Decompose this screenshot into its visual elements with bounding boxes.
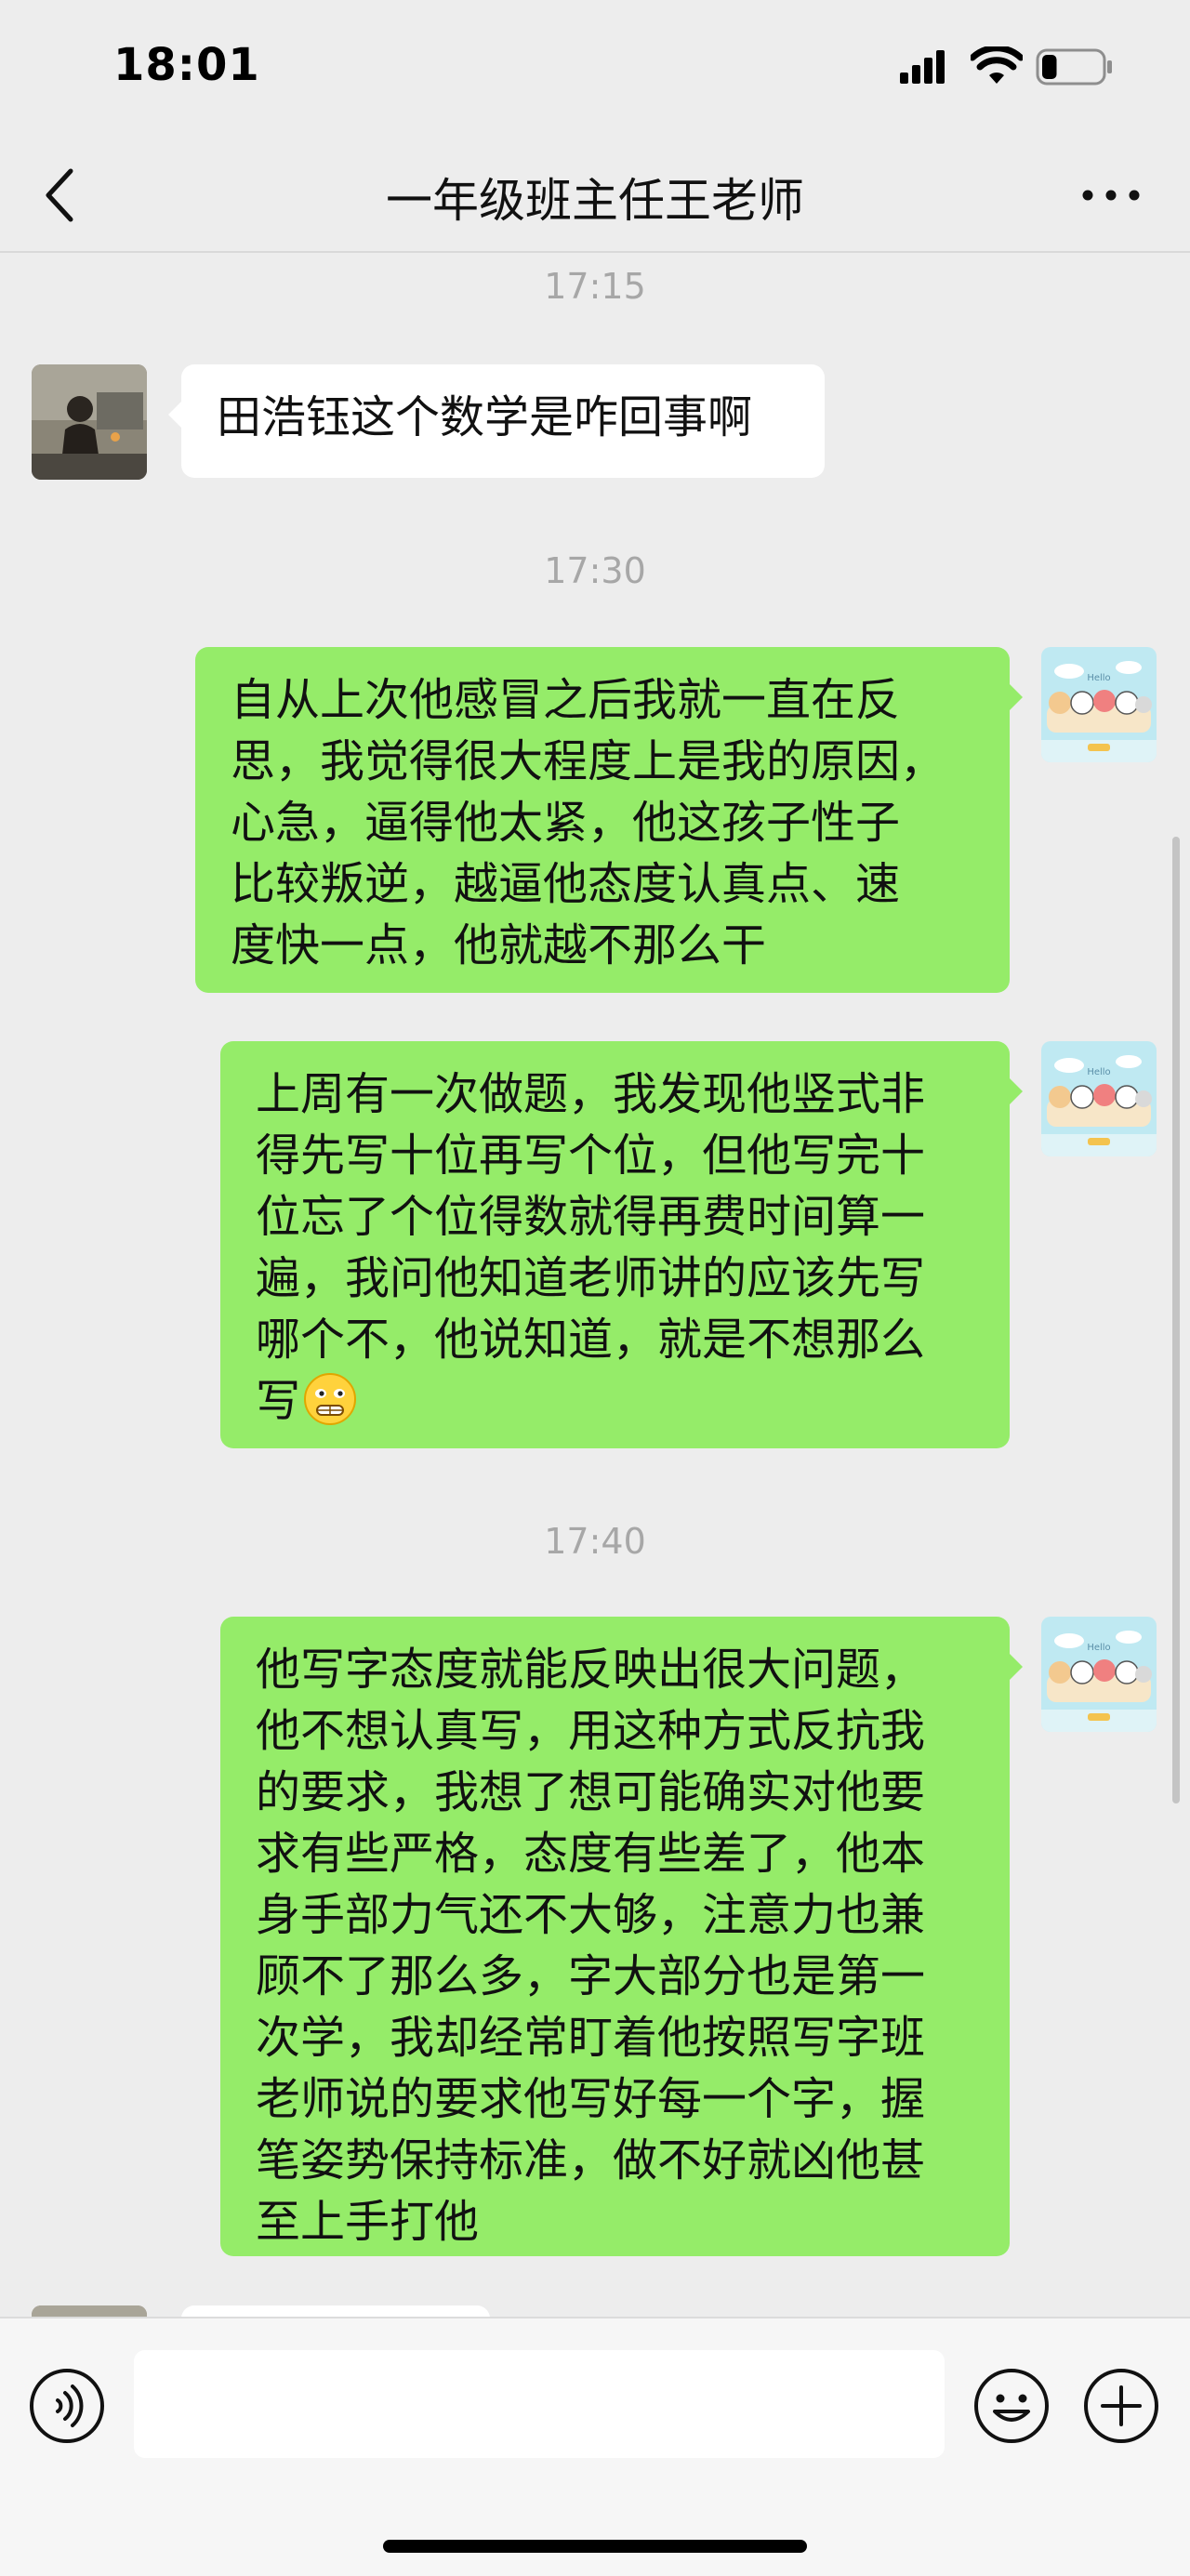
- message-text-line: 位忘了个位得数就得再费时间算一: [256, 1191, 926, 1243]
- message-input[interactable]: [134, 2350, 945, 2458]
- message-text-line: 的要求，我想了想可能确实对他要: [256, 1766, 926, 1818]
- contact-avatar[interactable]: [32, 2305, 147, 2317]
- chat-title: 一年级班主任王老师: [386, 174, 804, 228]
- outgoing-message-bubble[interactable]: 他写字态度就能反映出很大问题， 他不想认真写，用这种方式反抗我 的要求，我想了想…: [220, 1617, 1023, 2256]
- message-text-line: 上周有一次做题，我发现他竖式非: [256, 1068, 926, 1120]
- voice-input-icon[interactable]: [28, 2367, 106, 2445]
- svg-text:Hello: Hello: [1087, 673, 1110, 683]
- message-text-line: 至上手打他: [256, 2196, 480, 2248]
- message-text-line: 自从上次他感冒之后我就一直在反: [231, 674, 901, 726]
- status-time: 18:01: [113, 39, 260, 91]
- message-text-line: 比较叛逆，越逼他态度认真点、速: [231, 858, 901, 910]
- message-text-line: 得先写十位再写个位，但他写完十: [256, 1129, 926, 1182]
- incoming-message-bubble[interactable]: 田浩钰这个数学是咋回事啊: [168, 364, 825, 478]
- plus-icon[interactable]: [1082, 2367, 1160, 2445]
- input-bar: [0, 2317, 1190, 2576]
- grimace-emoji-icon: [304, 1373, 357, 1425]
- message-text-line: 思，我觉得很大程度上是我的原因，: [231, 735, 945, 787]
- message-text-line: 度快一点，他就越不那么干: [231, 919, 767, 971]
- message-text-line: 身手部力气还不大够，注意力也兼: [256, 1889, 926, 1941]
- message-list[interactable]: 17:15 田浩钰这个数学是咋回事啊 17:30 自从上次他感冒之后我就一直在反…: [0, 253, 1190, 2317]
- message-text-line: 他不想认真写，用这种方式反抗我: [256, 1705, 926, 1757]
- contact-avatar[interactable]: [32, 364, 147, 480]
- svg-text:Hello: Hello: [1087, 1643, 1110, 1653]
- battery-icon: [1036, 48, 1112, 86]
- timestamp: 17:40: [544, 1521, 646, 1562]
- home-indicator[interactable]: [383, 2540, 807, 2553]
- more-options-icon[interactable]: [1078, 182, 1144, 208]
- timestamp: 17:30: [544, 550, 646, 591]
- message-text-line: 次学，我却经常盯着他按照写字班: [256, 2012, 926, 2064]
- svg-text:Hello: Hello: [1087, 1067, 1110, 1077]
- message-text-line: 写: [256, 1375, 301, 1427]
- message-text-line: 遍，我问他知道老师讲的应该先写: [256, 1252, 926, 1304]
- my-avatar[interactable]: Hello: [1041, 1617, 1157, 1732]
- scrollbar[interactable]: [1172, 837, 1180, 1803]
- message-text-line: 老师说的要求他写好每一个字，握: [256, 2073, 926, 2125]
- message-text-line: 求有些严格，态度有些差了，他本: [256, 1828, 926, 1880]
- emoji-icon[interactable]: [972, 2367, 1051, 2445]
- my-avatar[interactable]: Hello: [1041, 1041, 1157, 1156]
- message-text-line: 田浩钰这个数学是咋回事啊: [217, 391, 753, 443]
- status-bar: 18:01: [0, 0, 1190, 139]
- message-text-line: 笔姿势保持标准，做不好就凶他甚: [256, 2134, 926, 2186]
- message-text-line: 顾不了那么多，字大部分也是第一: [256, 1950, 926, 2002]
- cellular-signal-icon: [900, 50, 945, 84]
- message-text-line: 心急，逼得他太紧，他这孩子性子: [231, 797, 901, 849]
- message-text-line: 哪个不，他说知道，就是不想那么: [256, 1314, 926, 1366]
- incoming-message-bubble[interactable]: [181, 2305, 490, 2317]
- outgoing-message-bubble[interactable]: 上周有一次做题，我发现他竖式非 得先写十位再写个位，但他写完十 位忘了个位得数就…: [220, 1041, 1023, 1448]
- outgoing-message-bubble[interactable]: 自从上次他感冒之后我就一直在反 思，我觉得很大程度上是我的原因， 心急，逼得他太…: [195, 647, 1023, 993]
- my-avatar[interactable]: Hello: [1041, 647, 1157, 762]
- timestamp: 17:15: [544, 266, 646, 307]
- message-text-line: 他写字态度就能反映出很大问题，: [256, 1644, 926, 1696]
- chat-header: 一年级班主任王老师: [0, 139, 1190, 253]
- wifi-icon: [971, 46, 1023, 84]
